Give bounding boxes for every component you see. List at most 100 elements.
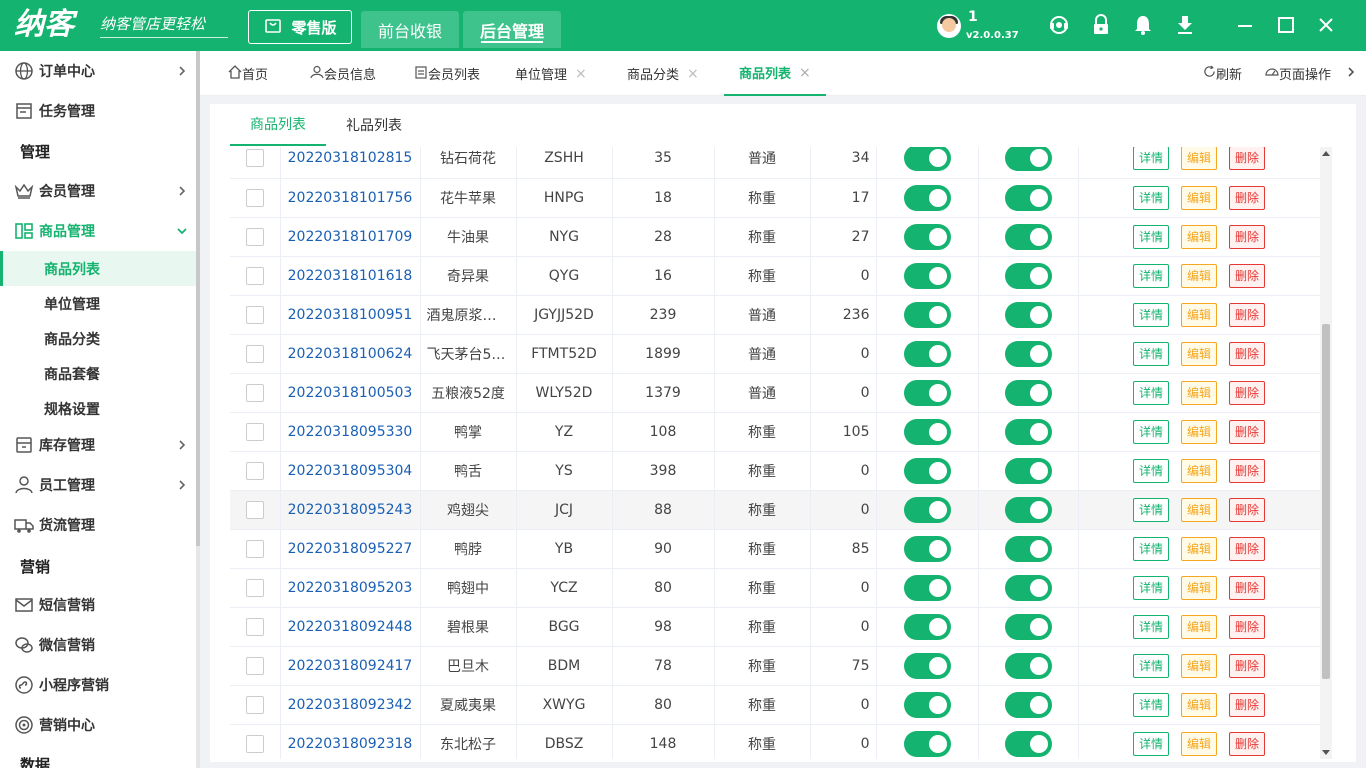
detail-button[interactable]: 详情 [1133,497,1169,522]
product-code-link[interactable]: 20220318092318 [288,736,413,752]
online-toggle[interactable] [1004,418,1052,445]
subtab-product-list[interactable]: 商品列表 [230,104,326,146]
enable-toggle[interactable] [903,457,951,484]
enable-toggle[interactable] [903,613,951,640]
product-code-link[interactable]: 20220318100951 [288,307,413,323]
online-toggle[interactable] [1004,535,1052,562]
table-row[interactable]: 20220318092318 东北松子 DBSZ 148 称重 0 详情 编辑 删除 [230,724,1320,759]
table-row[interactable]: 20220318092342 夏威夷果 XWYG 80 称重 0 详情 编辑 删除 [230,685,1320,725]
enable-toggle[interactable] [903,730,951,757]
enable-toggle[interactable] [903,418,951,445]
row-checkbox[interactable] [245,266,264,285]
edition-button[interactable]: 零售版 [248,10,352,44]
edit-button[interactable]: 编辑 [1181,302,1217,327]
sidebar-sub-unit-management[interactable]: 单位管理 [0,286,196,321]
edit-button[interactable]: 编辑 [1181,731,1217,756]
edit-button[interactable]: 编辑 [1181,614,1217,639]
row-checkbox[interactable] [245,305,264,324]
detail-button[interactable]: 详情 [1133,458,1169,483]
delete-button[interactable]: 删除 [1229,380,1265,405]
row-checkbox[interactable] [245,500,264,519]
table-row[interactable]: 20220318095243 鸡翅尖 JCJ 88 称重 0 详情 编辑 删除 [230,490,1320,530]
table-row[interactable]: 20220318095330 鸭掌 YZ 108 称重 105 详情 编辑 删除 [230,412,1320,452]
edit-button[interactable]: 编辑 [1181,458,1217,483]
row-checkbox[interactable] [245,461,264,480]
product-code-link[interactable]: 20220318101618 [288,268,413,284]
product-code-link[interactable]: 20220318092417 [288,658,413,674]
enable-toggle[interactable] [903,262,951,289]
table-scroll-thumb[interactable] [1322,324,1330,679]
online-toggle[interactable] [1004,730,1052,757]
tab-front-cashier[interactable]: 前台收银 [361,11,459,48]
online-toggle[interactable] [1004,262,1052,289]
row-checkbox[interactable] [245,695,264,714]
product-code-link[interactable]: 20220318100503 [288,385,413,401]
row-checkbox[interactable] [245,578,264,597]
delete-button[interactable]: 删除 [1229,458,1265,483]
edit-button[interactable]: 编辑 [1181,147,1217,171]
maximize-icon[interactable] [1274,13,1298,37]
edit-button[interactable]: 编辑 [1181,653,1217,678]
sidebar-scroll-thumb[interactable] [196,51,200,546]
sidebar-item-orders[interactable]: 订单中心 [0,51,196,91]
tab-member-list[interactable]: 会员列表 [414,51,480,96]
online-toggle[interactable] [1004,301,1052,328]
online-toggle[interactable] [1004,496,1052,523]
edit-button[interactable]: 编辑 [1181,341,1217,366]
close-tab-icon[interactable]: × [799,65,811,81]
detail-button[interactable]: 详情 [1133,536,1169,561]
lock-icon[interactable] [1089,13,1113,37]
table-row[interactable]: 20220318092448 碧根果 BGG 98 称重 0 详情 编辑 删除 [230,607,1320,647]
tab-member-info[interactable]: 会员信息 [310,51,376,96]
edit-button[interactable]: 编辑 [1181,380,1217,405]
table-row[interactable]: 20220318100624 飞天茅台52... FTMT52D 1899 普通 0 详情编… [230,334,1320,374]
download-icon[interactable] [1173,13,1197,37]
sidebar-item-staff[interactable]: 员工管理 [0,465,196,505]
enable-toggle[interactable] [903,223,951,250]
sidebar-scrollbar[interactable] [196,51,200,768]
detail-button[interactable]: 详情 [1133,185,1169,210]
delete-button[interactable]: 删除 [1229,536,1265,561]
table-row[interactable]: 20220318100951 酒鬼原浆酒... JGYJJ52D 239 普通 236 详情… [230,295,1320,335]
enable-toggle[interactable] [903,652,951,679]
online-toggle[interactable] [1004,652,1052,679]
edit-button[interactable]: 编辑 [1181,536,1217,561]
detail-button[interactable]: 详情 [1133,341,1169,366]
enable-toggle[interactable] [903,379,951,406]
row-checkbox[interactable] [245,734,264,753]
user-avatar[interactable] [937,14,961,38]
enable-toggle[interactable] [903,184,951,211]
row-checkbox[interactable] [245,149,264,168]
delete-button[interactable]: 删除 [1229,224,1265,249]
detail-button[interactable]: 详情 [1133,147,1169,171]
online-toggle[interactable] [1004,340,1052,367]
table-row[interactable]: 20220318102815 钻石荷花 ZSHH 35 普通 34 详情 编辑 删除 [230,147,1320,179]
sidebar-item-inventory[interactable]: 库存管理 [0,425,196,465]
tabs-scroll-right-button[interactable] [1346,51,1356,96]
row-checkbox[interactable] [245,188,264,207]
table-row[interactable]: 20220318101709 牛油果 NYG 28 称重 27 详情 编辑 删除 [230,217,1320,257]
online-toggle[interactable] [1004,574,1052,601]
sidebar-sub-product-bundle[interactable]: 商品套餐 [0,356,196,391]
detail-button[interactable]: 详情 [1133,653,1169,678]
product-code-link[interactable]: 20220318095330 [288,424,413,440]
bell-icon[interactable] [1131,13,1155,37]
delete-button[interactable]: 删除 [1229,575,1265,600]
sidebar-item-sms-marketing[interactable]: 短信营销 [0,585,196,625]
row-checkbox[interactable] [245,656,264,675]
detail-button[interactable]: 详情 [1133,302,1169,327]
row-checkbox[interactable] [245,617,264,636]
detail-button[interactable]: 详情 [1133,263,1169,288]
tab-home[interactable]: 首页 [228,51,268,96]
delete-button[interactable]: 删除 [1229,185,1265,210]
online-toggle[interactable] [1004,613,1052,640]
sidebar-item-miniprogram-marketing[interactable]: 小程序营销 [0,665,196,705]
enable-toggle[interactable] [903,340,951,367]
delete-button[interactable]: 删除 [1229,731,1265,756]
detail-button[interactable]: 详情 [1133,575,1169,600]
table-row[interactable]: 20220318101618 奇异果 QYG 16 称重 0 详情 编辑 删除 [230,256,1320,296]
delete-button[interactable]: 删除 [1229,692,1265,717]
sidebar-sub-product-category[interactable]: 商品分类 [0,321,196,356]
enable-toggle[interactable] [903,496,951,523]
online-toggle[interactable] [1004,379,1052,406]
